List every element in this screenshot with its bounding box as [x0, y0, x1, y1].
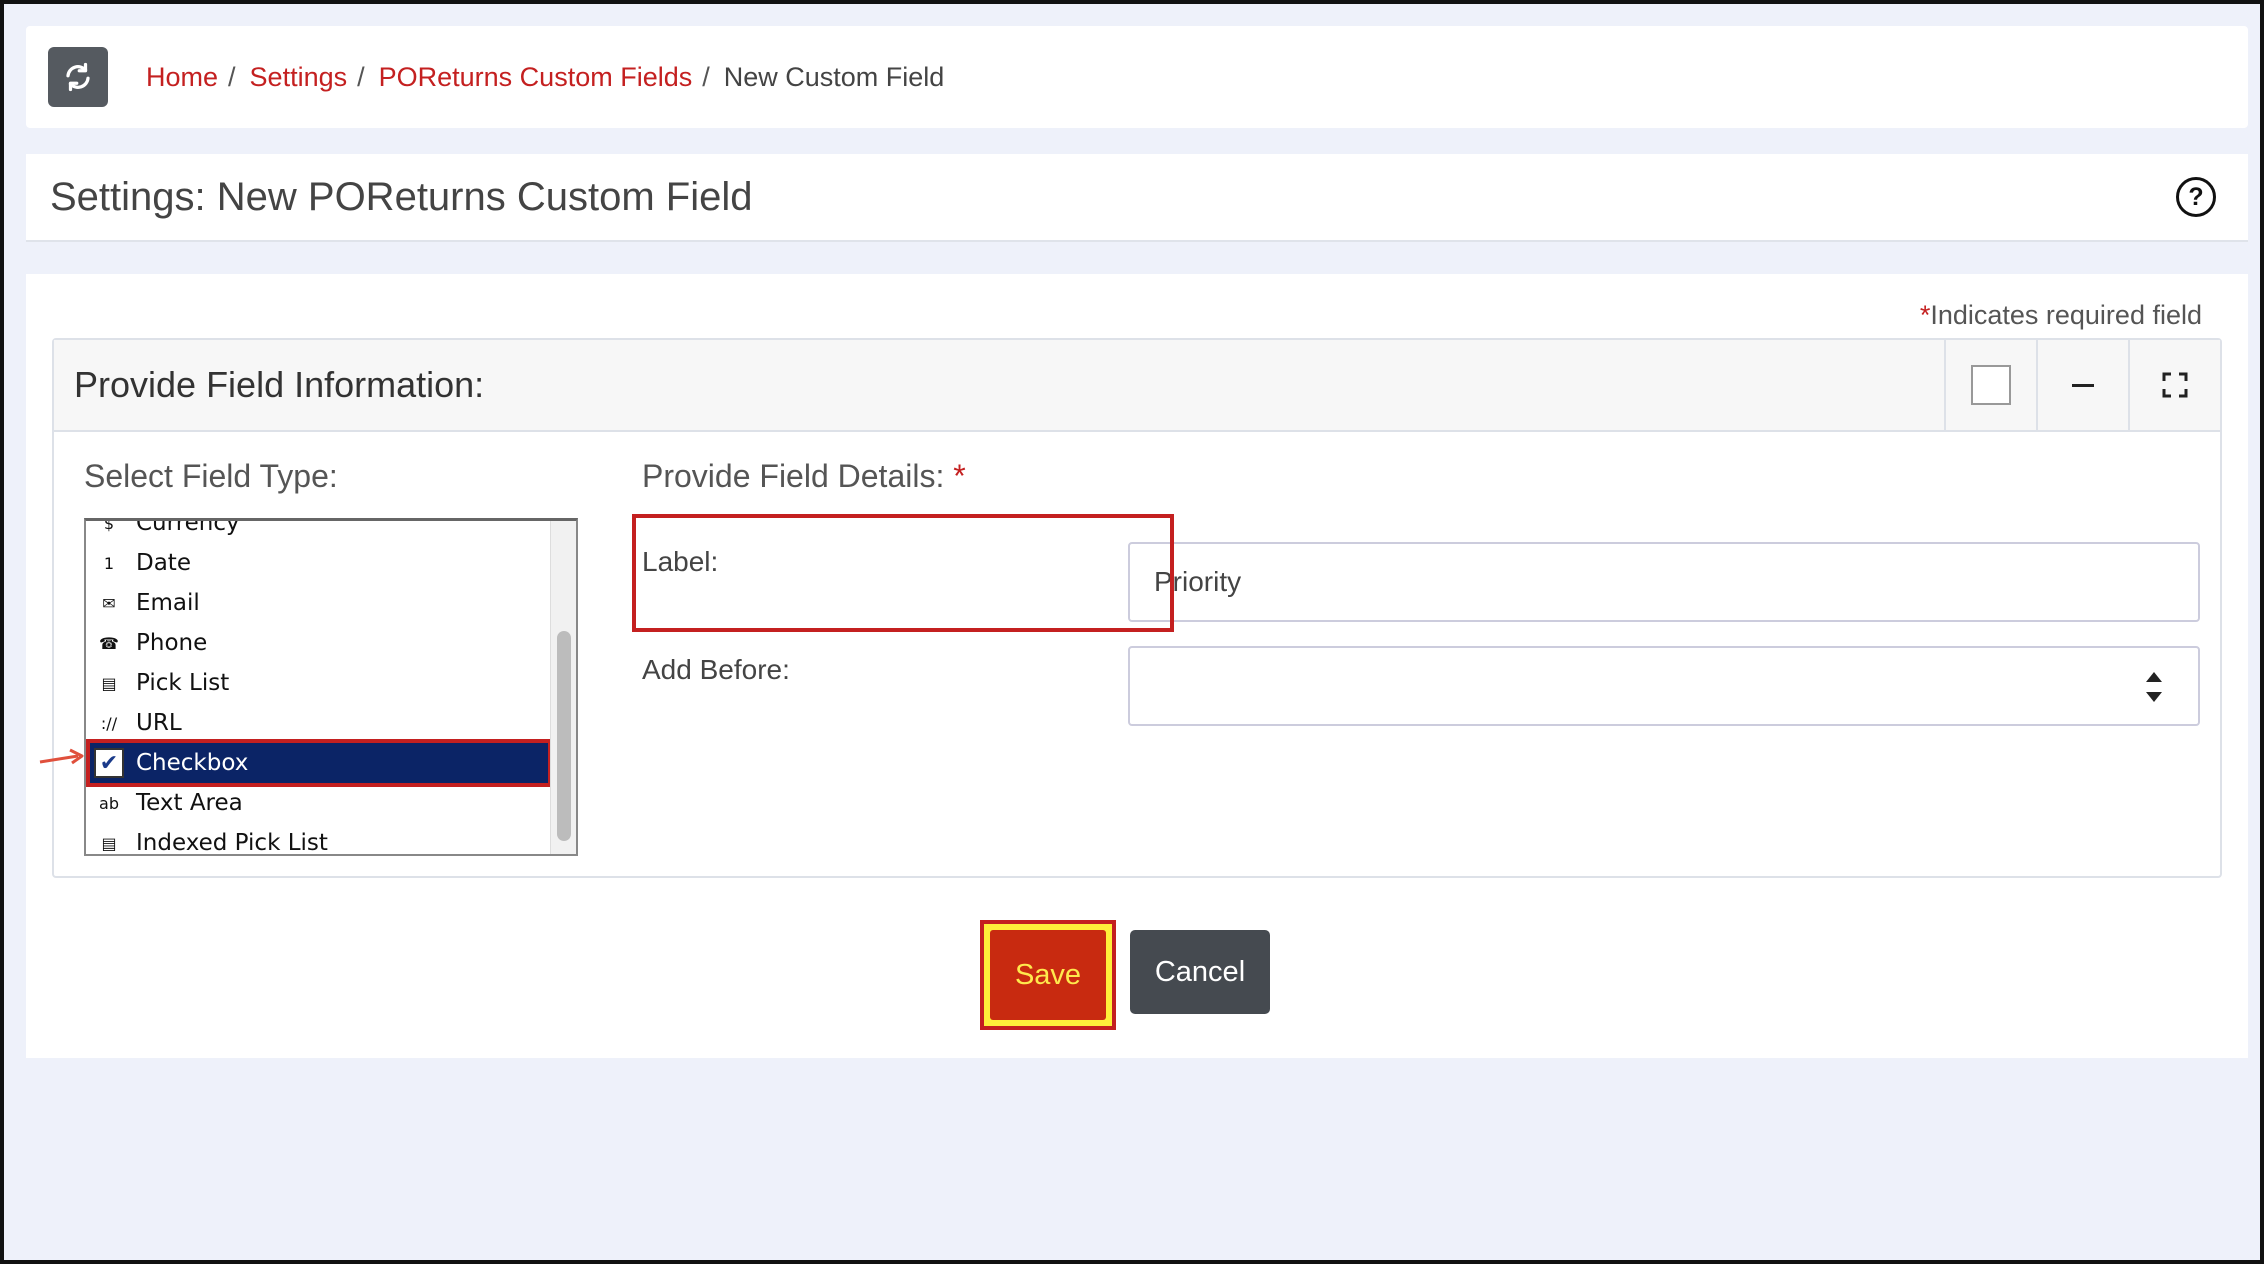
field-type-label: URL: [136, 710, 182, 736]
main-card: *Indicates required field Provide Field …: [26, 274, 2248, 1058]
breadcrumb-separator: /: [228, 61, 236, 92]
envelope-icon: ✉: [102, 593, 116, 613]
annotation-arrow-icon: [39, 748, 84, 765]
currency-icon: $: [103, 518, 115, 533]
add-before-label: Add Before:: [642, 654, 790, 685]
field-type-label: Text Area: [136, 790, 243, 816]
phone-icon: ☎: [99, 633, 119, 653]
field-type-label: Pick List: [136, 670, 230, 696]
url-icon: ://: [100, 713, 118, 733]
panel-title: Provide Field Information:: [74, 364, 485, 405]
required-star: *: [1919, 300, 1931, 330]
select-field-type-label: Select Field Type:: [84, 458, 338, 494]
page-title: Settings: New POReturns Custom Field: [50, 174, 753, 219]
breadcrumb-home-link[interactable]: Home: [146, 62, 218, 93]
details-required-star: *: [953, 458, 966, 494]
field-type-label: Currency: [136, 518, 240, 536]
breadcrumb-separator: /: [702, 61, 710, 92]
breadcrumb-current: New Custom Field: [723, 61, 945, 92]
breadcrumb-settings-link[interactable]: Settings: [250, 62, 348, 93]
panel-header: Provide Field Information:: [54, 340, 2220, 432]
panel-checkbox-tool[interactable]: [1944, 340, 2036, 430]
collapse-button[interactable]: [2036, 340, 2128, 430]
save-button[interactable]: Save: [990, 930, 1106, 1020]
field-type-option-phone[interactable]: ☎ Phone: [86, 623, 552, 663]
cancel-button[interactable]: Cancel: [1130, 930, 1270, 1014]
required-note-text: Indicates required field: [1930, 300, 2202, 330]
calendar-icon: 1: [103, 553, 115, 573]
title-bar: Settings: New POReturns Custom Field ?: [26, 154, 2248, 242]
scroll-thumb[interactable]: [557, 631, 571, 841]
indexed-pick-list-icon: ▤: [101, 833, 117, 853]
breadcrumb-bar: Home / Settings / POReturns Custom Field…: [26, 26, 2248, 128]
refresh-icon: [66, 62, 90, 92]
field-details-text: Provide Field Details:: [642, 458, 945, 494]
field-type-label: Phone: [136, 630, 208, 656]
label-input[interactable]: Priority: [1128, 542, 2200, 622]
field-type-option-currency[interactable]: $ Currency: [86, 518, 552, 543]
pick-list-icon: ▤: [101, 673, 117, 693]
field-type-option-date[interactable]: 1 Date: [86, 543, 552, 583]
required-field-note: *Indicates required field: [1920, 300, 2202, 331]
breadcrumb-custom-fields-link[interactable]: POReturns Custom Fields: [379, 62, 693, 93]
add-before-select[interactable]: [1128, 646, 2200, 726]
refresh-button[interactable]: [48, 47, 108, 107]
field-details-label: Provide Field Details: *: [642, 458, 966, 495]
help-icon[interactable]: ?: [2176, 177, 2216, 217]
breadcrumb: Home / Settings / POReturns Custom Field…: [146, 62, 944, 93]
field-type-list: $ Currency 1 Date ✉ Email ☎ Phone ▤ Pick List :// U…: [86, 518, 552, 856]
field-info-panel: Provide Field Information: Select Field …: [52, 338, 2222, 878]
field-type-option-indexed-pick-list[interactable]: ▤ Indexed Pick List: [86, 823, 552, 856]
breadcrumb-separator: /: [357, 61, 365, 92]
label-highlight-box: [632, 514, 1174, 632]
select-arrows-icon: [2146, 672, 2162, 702]
field-type-label: Indexed Pick List: [136, 830, 328, 856]
field-type-option-email[interactable]: ✉ Email: [86, 583, 552, 623]
save-button-highlight: Save: [980, 920, 1116, 1030]
square-icon: [1971, 365, 2011, 405]
field-type-option-text-area[interactable]: ab Text Area: [86, 783, 552, 823]
listbox-scrollbar[interactable]: [550, 521, 576, 854]
field-type-label: Email: [136, 590, 200, 616]
panel-tools: [1944, 340, 2220, 430]
field-type-listbox[interactable]: $ Currency 1 Date ✉ Email ☎ Phone ▤ Pick List :// U…: [84, 518, 578, 856]
text-area-icon: ab: [99, 793, 119, 813]
minus-icon: [2072, 383, 2094, 387]
field-type-option-pick-list[interactable]: ▤ Pick List: [86, 663, 552, 703]
field-type-label: Date: [136, 550, 191, 576]
expand-icon: [2162, 372, 2188, 398]
checkbox-highlight-box: [86, 739, 552, 787]
field-type-option-url[interactable]: :// URL: [86, 703, 552, 743]
fullscreen-button[interactable]: [2128, 340, 2220, 430]
